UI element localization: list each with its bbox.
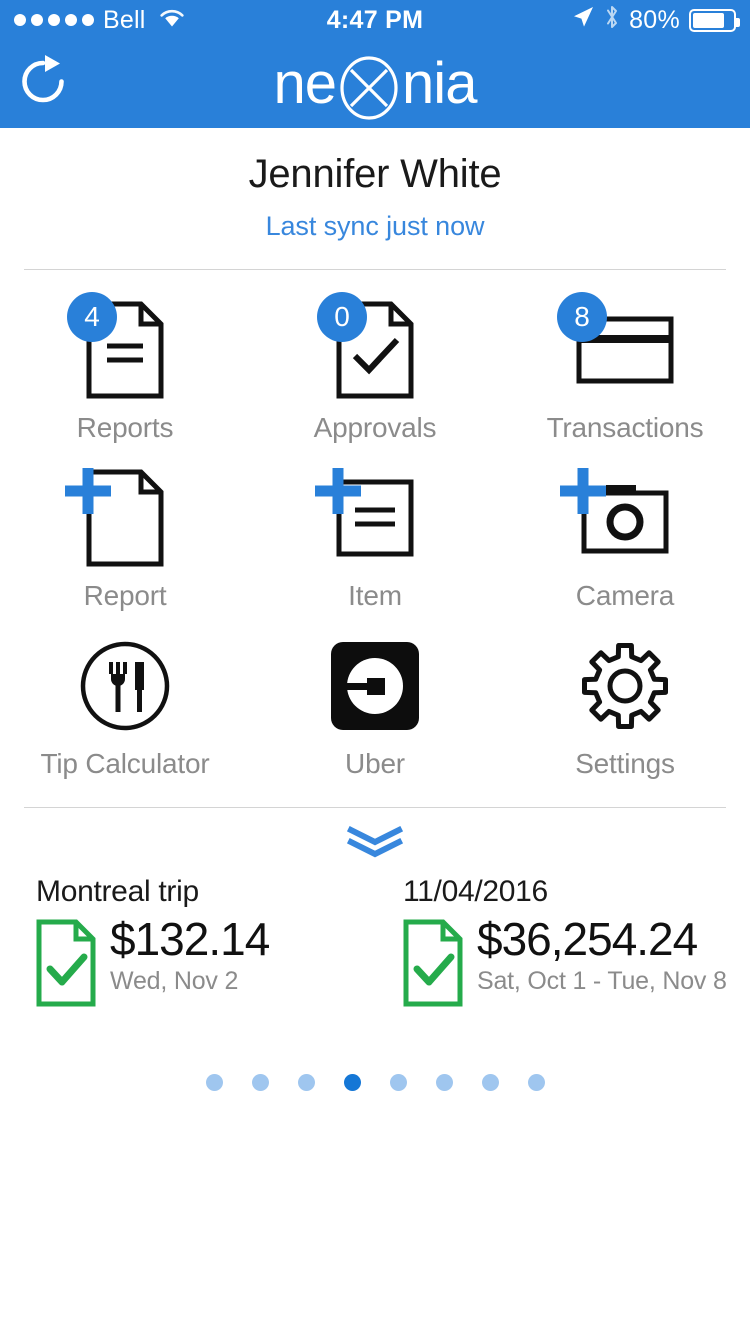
- shortcut-add-item[interactable]: Item: [250, 444, 500, 612]
- card-body: $36,254.24 Sat, Oct 1 - Tue, Nov 8: [403, 915, 750, 1012]
- card-values: $36,254.24 Sat, Oct 1 - Tue, Nov 8: [477, 915, 727, 996]
- shortcut-label: Report: [83, 580, 167, 611]
- shortcut-label: Reports: [76, 412, 174, 443]
- icon-container: [315, 466, 415, 574]
- badge-count: 8: [557, 292, 607, 342]
- shortcut-row: 4 Reports 0 Approvals 8 Transactions: [0, 276, 750, 444]
- shortcut-row: Report Item Camera: [0, 444, 750, 612]
- shortcut-row: Tip Calculator Uber Settings: [0, 612, 750, 780]
- sync-status-label[interactable]: Last sync just now: [0, 211, 750, 242]
- page-title: Jennifer White: [248, 152, 502, 196]
- app-root: Bell 4:47 PM 80% ne nia Jennifer White L…: [0, 0, 750, 1334]
- circled-x-logo-icon: [336, 55, 402, 121]
- icon-container: 4: [67, 292, 165, 406]
- document-approved-green-icon: [403, 919, 463, 1012]
- shortcut-label: Uber: [345, 748, 405, 779]
- shortcut-label: Approvals: [313, 412, 437, 443]
- pager-dot[interactable]: [481, 1074, 499, 1091]
- shortcut-label: Transactions: [546, 412, 704, 443]
- card-amount: $132.14: [110, 913, 270, 965]
- user-header: Jennifer White Last sync just now: [0, 128, 750, 242]
- battery-percent-label: 80%: [629, 5, 680, 34]
- icon-container: [560, 466, 670, 574]
- icon-container: 0: [317, 292, 415, 406]
- icon-container: [79, 634, 171, 742]
- location-arrow-icon: [571, 5, 595, 36]
- shortcut-transactions[interactable]: 8 Transactions: [500, 276, 750, 444]
- pager-dot[interactable]: [435, 1074, 453, 1091]
- expense-card[interactable]: 11/04/2016 $36,254.24 Sat, Oct 1 - Tue, No…: [383, 875, 750, 1012]
- signal-strength-icon: [14, 14, 94, 26]
- battery-icon: [689, 8, 740, 32]
- navigation-bar: ne nia: [0, 40, 750, 128]
- shortcut-label: Item: [348, 580, 402, 611]
- shortcut-approvals[interactable]: 0 Approvals: [250, 276, 500, 444]
- carrier-label: Bell: [103, 5, 146, 34]
- fork-knife-circle-icon: [79, 640, 171, 737]
- plus-icon: [57, 460, 119, 522]
- wifi-icon: [159, 6, 185, 35]
- expense-card[interactable]: Montreal trip $132.14 Wed, Nov 2: [0, 875, 383, 1012]
- shortcut-label: Tip Calculator: [40, 748, 210, 779]
- refresh-button[interactable]: [0, 40, 86, 128]
- gear-icon: [579, 640, 671, 737]
- shortcut-label: Camera: [575, 580, 675, 611]
- card-title: Montreal trip: [36, 875, 199, 908]
- status-bar: Bell 4:47 PM 80%: [0, 0, 750, 40]
- icon-container: [579, 634, 671, 742]
- plus-icon: [552, 460, 614, 522]
- brand-suffix: nia: [402, 51, 477, 116]
- app-logo: ne nia: [0, 51, 750, 120]
- pager-dot[interactable]: [389, 1074, 407, 1091]
- badge-count: 0: [317, 292, 367, 342]
- plus-icon: [307, 460, 369, 522]
- uber-logo-icon: [331, 641, 419, 735]
- brand-prefix: ne: [273, 51, 338, 116]
- card-values: $132.14 Wed, Nov 2: [110, 913, 270, 996]
- card-date: Sat, Oct 1 - Tue, Nov 8: [477, 967, 727, 996]
- pager-dot[interactable]: [297, 1074, 315, 1091]
- card-title: 11/04/2016: [403, 875, 548, 908]
- card-body: $132.14 Wed, Nov 2: [36, 915, 383, 1012]
- expense-card-list: Montreal trip $132.14 Wed, Nov 2 11/04/2016…: [0, 865, 750, 1012]
- badge-count: 4: [67, 292, 117, 342]
- shortcut-settings[interactable]: Settings: [500, 612, 750, 780]
- shortcut-reports[interactable]: 4 Reports: [0, 276, 250, 444]
- status-bar-left: Bell: [14, 6, 185, 35]
- icon-container: 8: [557, 292, 675, 406]
- carousel-pager: [0, 1012, 750, 1091]
- refresh-icon: [16, 54, 70, 115]
- pager-dot[interactable]: [205, 1074, 223, 1091]
- shortcut-grid: 4 Reports 0 Approvals 8 Transactions Report Ite…: [0, 270, 750, 780]
- icon-container: [65, 466, 165, 574]
- card-date: Wed, Nov 2: [110, 967, 239, 996]
- double-chevron-down-icon[interactable]: [346, 825, 404, 865]
- expand-row: [0, 808, 750, 865]
- shortcut-tip-calculator[interactable]: Tip Calculator: [0, 612, 250, 780]
- shortcut-add-camera[interactable]: Camera: [500, 444, 750, 612]
- card-amount: $36,254.24: [477, 913, 698, 965]
- pager-dot[interactable]: [527, 1074, 545, 1091]
- pager-dot[interactable]: [251, 1074, 269, 1091]
- icon-container: [331, 634, 419, 742]
- bluetooth-icon: [604, 4, 620, 37]
- document-approved-green-icon: [36, 919, 96, 1012]
- shortcut-add-report[interactable]: Report: [0, 444, 250, 612]
- shortcut-uber[interactable]: Uber: [250, 612, 500, 780]
- status-bar-right: 80%: [571, 4, 740, 37]
- pager-dot[interactable]: [343, 1074, 361, 1091]
- shortcut-label: Settings: [575, 748, 675, 779]
